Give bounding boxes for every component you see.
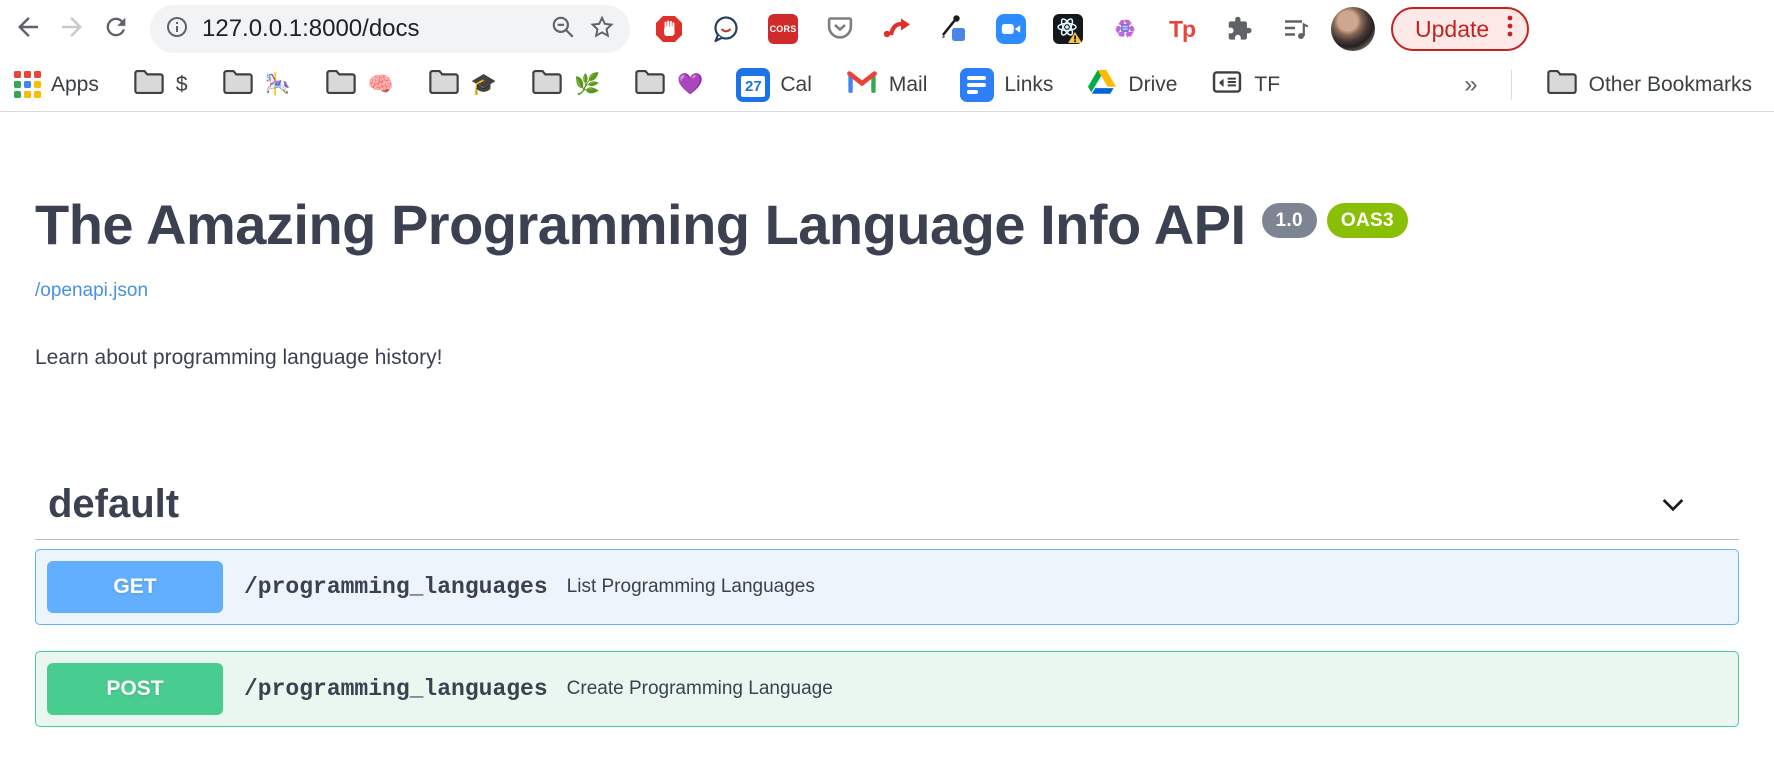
pocket-extension-icon[interactable]	[825, 14, 855, 44]
api-title: The Amazing Programming Language Info AP…	[35, 194, 1246, 256]
bookmark-star-icon[interactable]	[589, 14, 615, 45]
update-label: Update	[1415, 16, 1489, 43]
eyedropper-extension-icon[interactable]	[939, 14, 969, 44]
url-bar[interactable]: 127.0.0.1:8000/docs	[150, 5, 630, 53]
reload-icon	[102, 13, 130, 46]
folder-icon	[530, 67, 564, 103]
openapi-json-link[interactable]: /openapi.json	[35, 280, 148, 302]
reload-button[interactable]	[94, 7, 138, 51]
adblock-extension-icon[interactable]	[654, 14, 684, 44]
post-method-button[interactable]: POST	[47, 663, 223, 715]
red-arrow-extension-icon[interactable]	[882, 14, 912, 44]
links-icon	[960, 68, 994, 102]
extensions-row: CORS ♻ Tp	[654, 14, 1311, 44]
apps-grid-icon	[14, 71, 41, 98]
operation-post-programming-languages[interactable]: POST /programming_languages Create Progr…	[35, 651, 1739, 727]
bookmark-label: 🎓	[471, 73, 497, 97]
gmail-icon	[845, 67, 879, 103]
tag-header[interactable]: default	[35, 482, 1739, 540]
folder-icon	[221, 67, 255, 103]
bookmarks-divider	[1511, 70, 1512, 100]
folder-icon	[324, 67, 358, 103]
folder-icon	[427, 67, 461, 103]
operation-summary: Create Programming Language	[567, 678, 833, 700]
folder-icon	[132, 67, 166, 103]
bookmark-links[interactable]: Links	[960, 68, 1053, 102]
forward-button[interactable]	[50, 7, 94, 51]
zoom-extension-icon[interactable]	[996, 14, 1026, 44]
bookmarks-bar: Apps $ 🎠 🧠 🎓 🌿 💜 27 Cal	[0, 58, 1774, 112]
bookmark-label: Mail	[889, 73, 928, 97]
forward-icon	[57, 12, 87, 47]
bookmark-label: 💜	[677, 73, 703, 97]
tag-section-default: default GET /programming_languages List …	[35, 482, 1739, 727]
back-icon	[13, 12, 43, 47]
browser-menu-dots-icon[interactable]	[1505, 11, 1515, 47]
operation-path: /programming_languages	[244, 574, 548, 600]
bookmark-drive[interactable]: Drive	[1086, 67, 1177, 103]
recycle-extension-icon[interactable]: ♻	[1110, 14, 1140, 44]
oas3-badge: OAS3	[1327, 203, 1408, 238]
bookmark-mail[interactable]: Mail	[845, 67, 928, 103]
bookmark-label: 🧠	[368, 73, 394, 97]
google-calendar-icon: 27	[736, 68, 770, 102]
other-bookmarks-label: Other Bookmarks	[1589, 73, 1752, 97]
api-title-row: The Amazing Programming Language Info AP…	[35, 194, 1739, 256]
puzzle-extensions-menu-icon[interactable]	[1224, 14, 1254, 44]
bookmark-folder-graduation[interactable]: 🎓	[427, 67, 497, 103]
bookmark-label: Links	[1004, 73, 1053, 97]
react-devtools-extension-icon[interactable]	[1053, 14, 1083, 44]
page-info-icon[interactable]	[165, 15, 189, 44]
bookmark-label: Apps	[51, 73, 99, 97]
bookmark-label: TF	[1254, 73, 1280, 97]
bookmark-calendar[interactable]: 27 Cal	[736, 68, 812, 102]
bookmark-folder-dollar[interactable]: $	[132, 67, 188, 103]
zoom-out-icon[interactable]	[550, 14, 576, 45]
browser-toolbar: 127.0.0.1:8000/docs CORS	[0, 0, 1774, 58]
other-bookmarks[interactable]: Other Bookmarks	[1545, 67, 1752, 103]
operation-summary: List Programming Languages	[567, 576, 815, 598]
chat-bubble-extension-icon[interactable]	[711, 14, 741, 44]
bookmark-folder-brain[interactable]: 🧠	[324, 67, 394, 103]
bookmark-apps[interactable]: Apps	[14, 71, 99, 98]
operation-get-programming-languages[interactable]: GET /programming_languages List Programm…	[35, 549, 1739, 625]
api-info: The Amazing Programming Language Info AP…	[35, 112, 1739, 370]
bookmark-label: 🌿	[574, 73, 600, 97]
bookmark-tf[interactable]: TF	[1210, 67, 1280, 103]
bookmarks-overflow-chevron[interactable]: »	[1464, 71, 1477, 99]
collapse-chevron-icon[interactable]	[1657, 488, 1689, 520]
profile-avatar[interactable]	[1331, 7, 1375, 51]
bookmark-label: Cal	[780, 73, 812, 97]
get-method-button[interactable]: GET	[47, 561, 223, 613]
bookmark-folder-heart[interactable]: 💜	[633, 67, 703, 103]
bookmark-label: $	[176, 73, 188, 97]
tag-name: default	[48, 482, 179, 527]
api-badges: 1.0 OAS3	[1262, 203, 1408, 238]
update-button[interactable]: Update	[1391, 7, 1529, 51]
folder-icon	[1545, 67, 1579, 103]
swagger-page: The Amazing Programming Language Info AP…	[0, 112, 1774, 727]
operation-path: /programming_languages	[244, 676, 548, 702]
folder-icon	[633, 67, 667, 103]
bookmark-folder-carousel[interactable]: 🎠	[221, 67, 291, 103]
bookmark-label: 🎠	[265, 73, 291, 97]
bookmark-folder-herb[interactable]: 🌿	[530, 67, 600, 103]
tp-extension-icon[interactable]: Tp	[1167, 14, 1197, 44]
api-description: Learn about programming language history…	[35, 346, 1739, 370]
cors-extension-icon[interactable]: CORS	[768, 14, 798, 44]
bookmark-label: Drive	[1128, 73, 1177, 97]
google-drive-icon	[1086, 67, 1118, 103]
version-badge: 1.0	[1262, 203, 1317, 238]
media-queue-icon[interactable]	[1281, 14, 1311, 44]
browser-chrome: 127.0.0.1:8000/docs CORS	[0, 0, 1774, 112]
card-speaker-icon	[1210, 67, 1244, 103]
back-button[interactable]	[6, 7, 50, 51]
url-text[interactable]: 127.0.0.1:8000/docs	[202, 15, 537, 43]
